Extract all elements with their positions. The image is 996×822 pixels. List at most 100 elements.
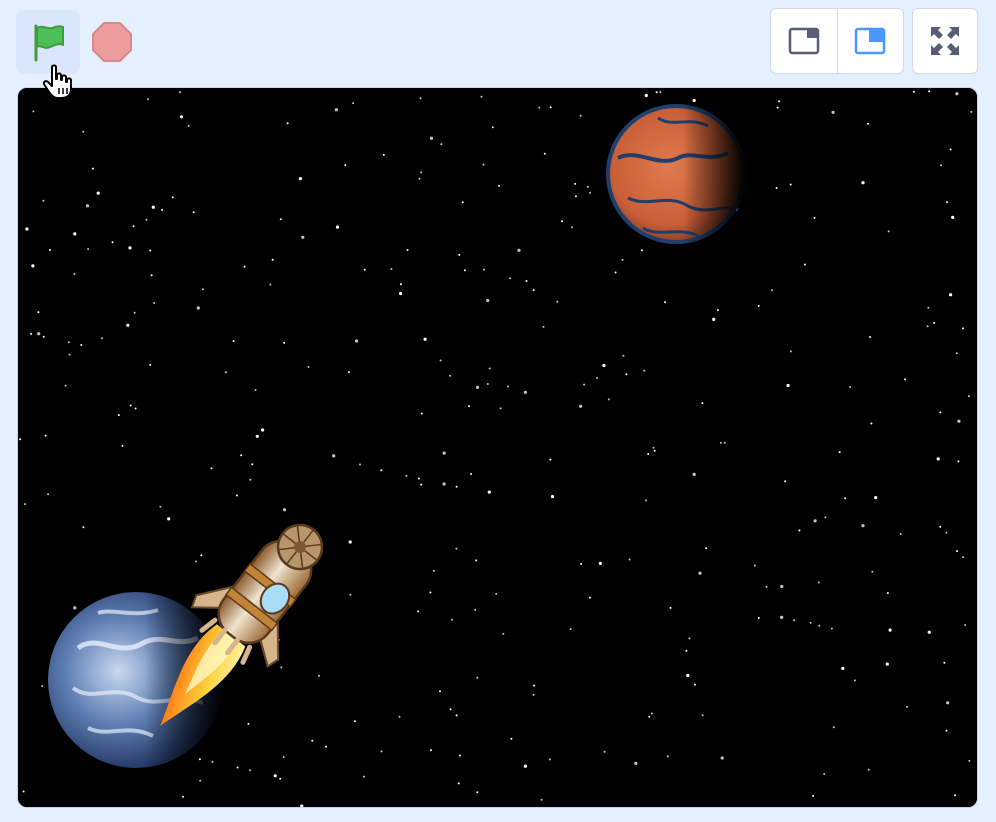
star — [622, 354, 625, 357]
star — [187, 124, 190, 127]
star — [569, 628, 572, 631]
star — [945, 729, 948, 732]
star — [42, 199, 45, 202]
star — [543, 152, 546, 155]
small-stage-button[interactable] — [771, 9, 837, 73]
star — [390, 268, 393, 270]
star — [128, 246, 132, 250]
star — [298, 177, 302, 181]
star — [23, 503, 26, 506]
stage-canvas[interactable] — [17, 87, 978, 808]
star — [417, 477, 420, 480]
star — [335, 225, 340, 229]
star — [867, 768, 870, 771]
star — [644, 93, 648, 98]
normal-stage-button[interactable] — [836, 9, 904, 73]
star — [926, 325, 929, 328]
star — [641, 249, 643, 252]
star — [73, 606, 77, 610]
star — [73, 232, 77, 236]
star — [19, 438, 22, 441]
star — [780, 615, 784, 620]
star — [523, 390, 527, 394]
star — [499, 407, 502, 410]
star — [812, 794, 815, 797]
star — [201, 288, 204, 291]
star — [417, 610, 420, 613]
stop-button[interactable] — [88, 18, 136, 66]
star — [525, 280, 528, 282]
star — [719, 441, 722, 444]
star — [652, 446, 655, 449]
star — [363, 268, 366, 271]
star — [476, 791, 479, 794]
star — [398, 715, 401, 718]
star — [432, 569, 435, 572]
star — [344, 164, 347, 167]
star — [957, 419, 961, 423]
star — [765, 585, 768, 588]
star — [645, 499, 648, 502]
star — [849, 386, 852, 388]
star — [542, 325, 545, 328]
star — [261, 428, 265, 432]
star — [354, 720, 356, 723]
star — [348, 540, 352, 544]
star — [476, 676, 479, 679]
star — [64, 384, 67, 387]
star — [134, 407, 137, 410]
star — [701, 714, 704, 717]
star — [243, 265, 246, 268]
star — [488, 367, 491, 370]
star — [37, 332, 41, 336]
star — [423, 337, 427, 341]
star — [25, 227, 29, 231]
star — [634, 761, 638, 766]
star — [887, 230, 890, 233]
star — [701, 402, 704, 405]
star — [429, 591, 432, 594]
star — [347, 371, 350, 374]
star — [912, 90, 915, 93]
star — [692, 98, 696, 103]
star — [159, 505, 162, 508]
star — [491, 126, 494, 129]
star — [117, 414, 120, 417]
star — [145, 218, 148, 221]
star — [538, 106, 541, 109]
star — [949, 148, 952, 151]
star — [200, 554, 203, 557]
fullscreen-icon — [931, 27, 959, 55]
star — [946, 201, 949, 204]
star — [666, 755, 669, 758]
star — [37, 311, 40, 314]
star — [418, 177, 421, 180]
star — [47, 493, 50, 496]
star — [420, 171, 423, 174]
star — [318, 674, 320, 677]
star — [548, 758, 551, 761]
star — [468, 405, 470, 408]
green-flag-button[interactable] — [16, 10, 80, 74]
star — [510, 737, 513, 740]
star — [579, 114, 582, 117]
star — [240, 454, 243, 457]
star — [789, 350, 792, 353]
star — [853, 679, 856, 682]
fullscreen-button[interactable] — [912, 8, 978, 74]
star — [803, 263, 806, 266]
star — [80, 344, 83, 346]
star — [574, 182, 577, 185]
star — [940, 164, 943, 167]
star — [786, 383, 790, 388]
star — [42, 335, 45, 338]
star — [480, 95, 483, 98]
star — [475, 385, 480, 389]
star — [210, 467, 213, 470]
star — [31, 264, 35, 268]
star — [149, 363, 152, 366]
mars-planet-icon[interactable] — [606, 104, 746, 244]
star — [904, 378, 906, 381]
star — [888, 628, 892, 632]
star — [945, 531, 948, 534]
